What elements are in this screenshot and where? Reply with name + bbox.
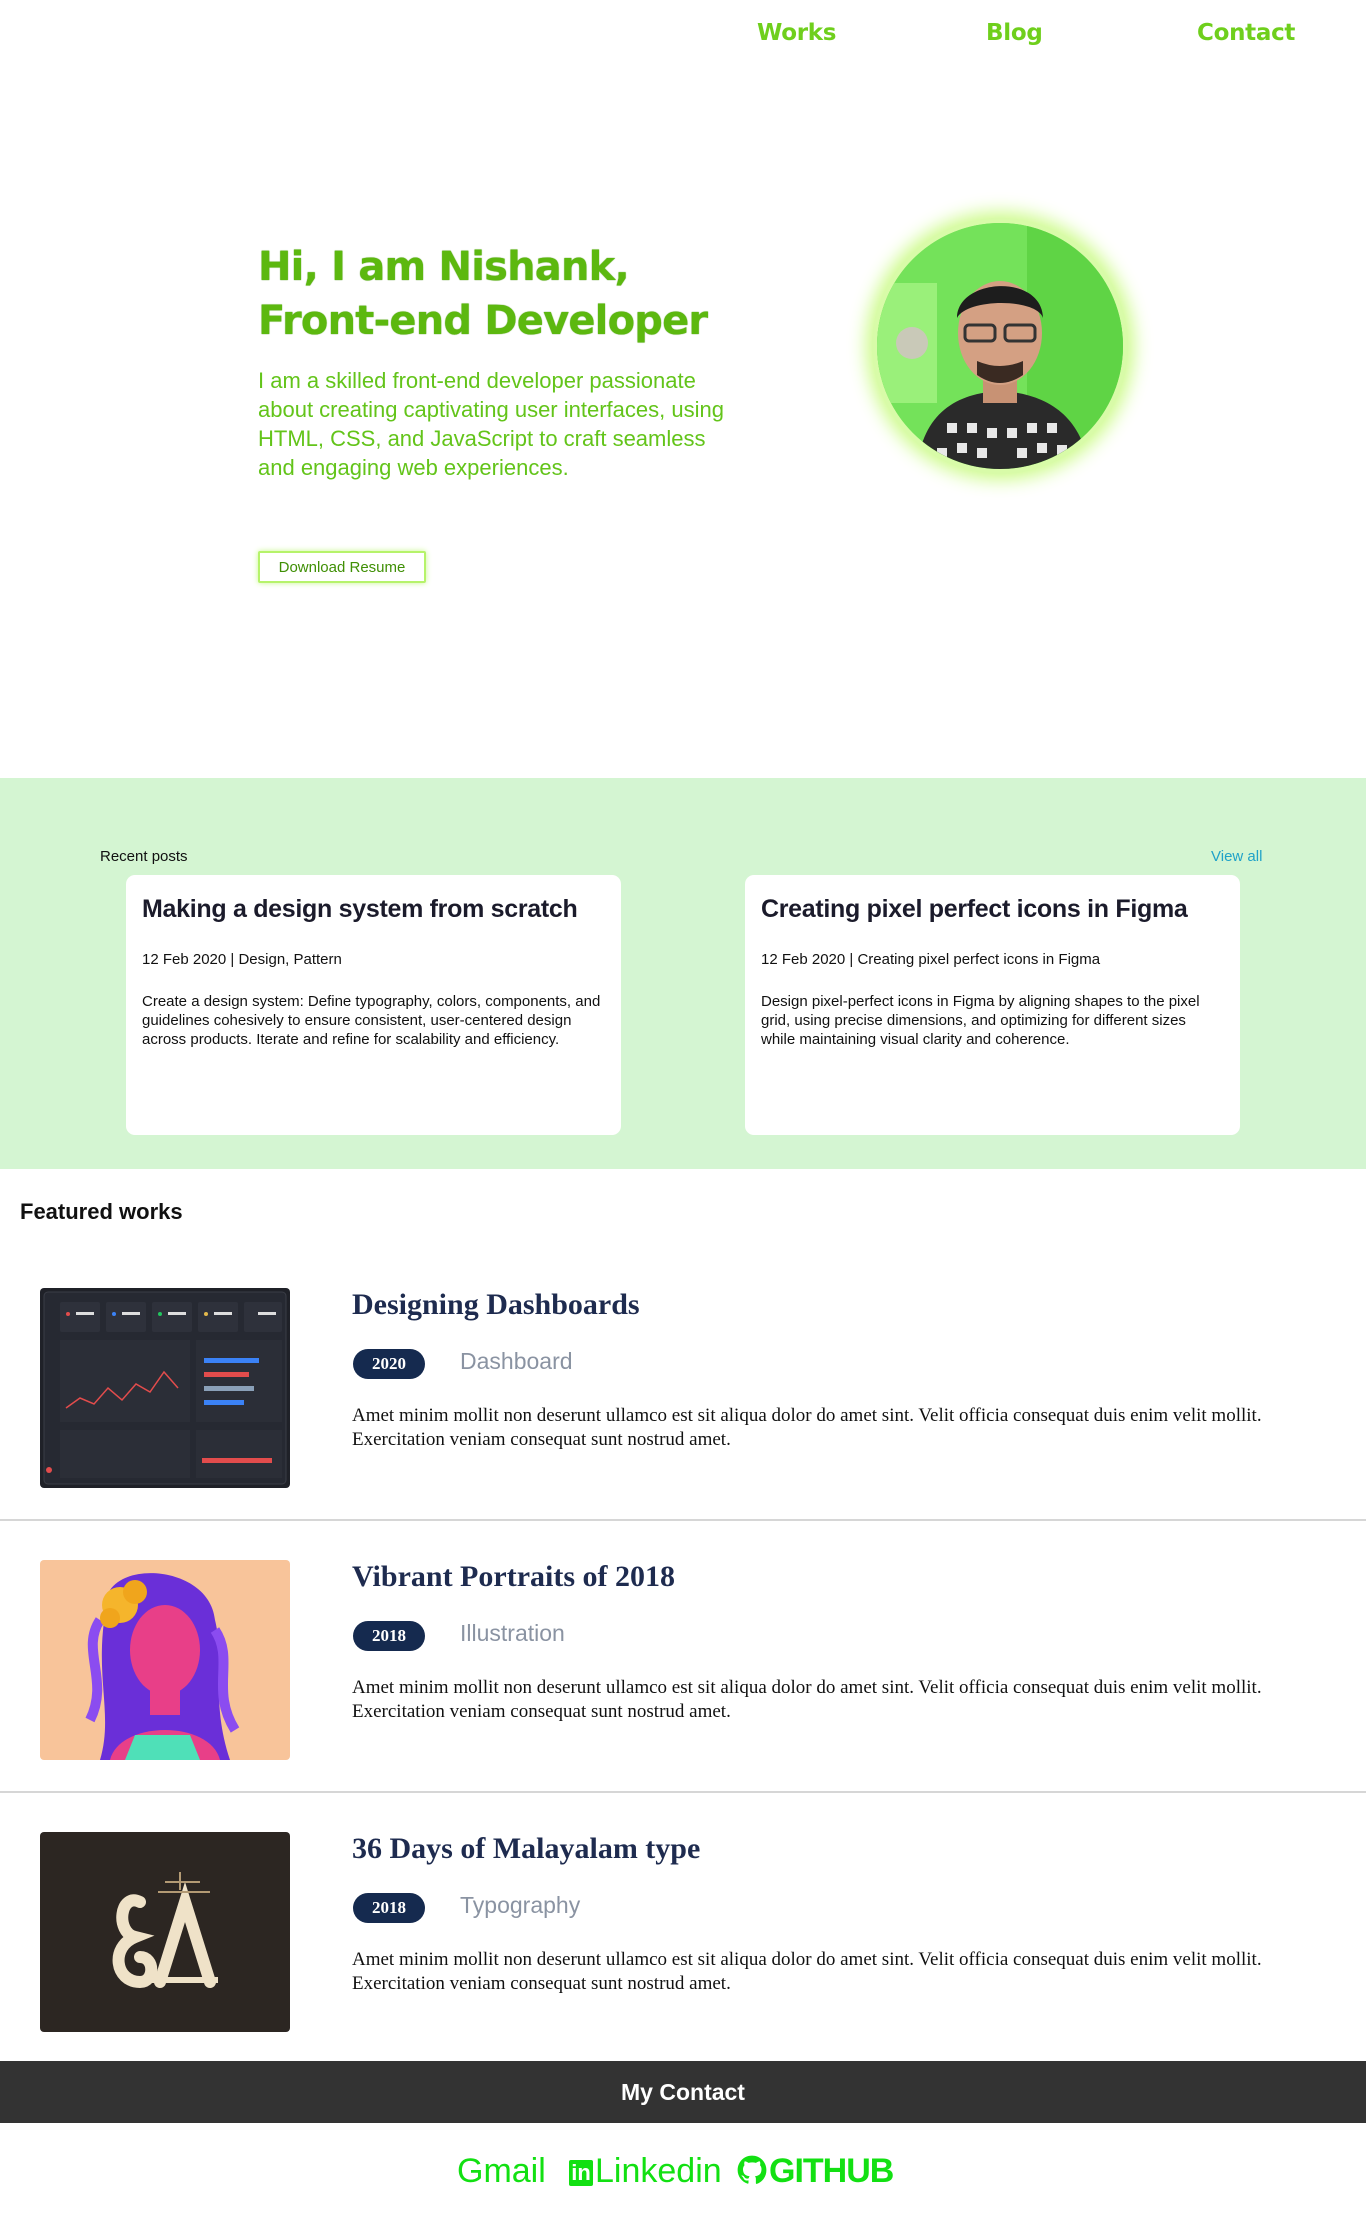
work-description: Amet minim mollit non deserunt ullamco e… bbox=[352, 1677, 1262, 1722]
work-year-badge: 2018 bbox=[353, 1621, 425, 1651]
work-title[interactable]: 36 Days of Malayalam type bbox=[352, 1832, 700, 1866]
work-item: Vibrant Portraits of 2018 2018 Illustrat… bbox=[0, 1560, 1366, 1832]
post-card[interactable]: Creating pixel perfect icons in Figma 12… bbox=[745, 875, 1240, 1135]
work-category: Illustration bbox=[460, 1620, 565, 1646]
hero-title-line2: Front-end Developer bbox=[258, 298, 708, 344]
hero-description: I am a skilled front-end developer passi… bbox=[258, 368, 724, 480]
work-thumbnail-typography[interactable] bbox=[40, 1832, 290, 2032]
linkedin-label: Linkedin bbox=[595, 2152, 722, 2190]
nav-works-link[interactable]: Works bbox=[757, 20, 836, 46]
hero-title-line1: Hi, I am Nishank, bbox=[258, 244, 630, 290]
post-meta: 12 Feb 2020 | Creating pixel perfect ico… bbox=[761, 951, 1101, 968]
download-resume-button[interactable]: Download Resume bbox=[258, 551, 426, 583]
github-icon bbox=[737, 2155, 767, 2184]
post-title[interactable]: Making a design system from scratch bbox=[142, 893, 605, 925]
linkedin-icon: in bbox=[569, 2160, 593, 2186]
work-year-badge: 2020 bbox=[353, 1349, 425, 1379]
recent-posts-section: Recent posts View all Making a design sy… bbox=[0, 778, 1366, 1169]
recent-posts-label: Recent posts bbox=[100, 848, 188, 865]
contact-heading-bar: My Contact bbox=[0, 2061, 1366, 2123]
avatar bbox=[872, 218, 1128, 474]
work-item: Designing Dashboards 2020 Dashboard Amet… bbox=[0, 1288, 1366, 1560]
work-description: Amet minim mollit non deserunt ullamco e… bbox=[352, 1405, 1262, 1450]
social-links: Gmail in Linkedin GITHUB bbox=[0, 2152, 1366, 2202]
hero-title: Hi, I am Nishank, Front-end Developer bbox=[258, 240, 708, 348]
top-nav: Works Blog Contact bbox=[0, 0, 1366, 70]
nav-contact-link[interactable]: Contact bbox=[1197, 20, 1295, 46]
linkedin-link[interactable]: in Linkedin bbox=[569, 2152, 722, 2191]
post-card[interactable]: Making a design system from scratch 12 F… bbox=[126, 875, 621, 1135]
post-meta: 12 Feb 2020 | Design, Pattern bbox=[142, 951, 342, 968]
post-excerpt: Design pixel-perfect icons in Figma by a… bbox=[761, 993, 1200, 1048]
featured-works-heading: Featured works bbox=[20, 1199, 183, 1224]
contact-heading: My Contact bbox=[621, 2078, 745, 2105]
work-title[interactable]: Vibrant Portraits of 2018 bbox=[352, 1560, 675, 1594]
github-label: GITHUB bbox=[769, 2152, 894, 2190]
work-category: Dashboard bbox=[460, 1348, 573, 1374]
profile-photo bbox=[877, 223, 1123, 469]
work-category: Typography bbox=[460, 1892, 581, 1918]
post-title[interactable]: Creating pixel perfect icons in Figma bbox=[761, 893, 1224, 925]
view-all-link[interactable]: View all bbox=[1211, 848, 1262, 865]
work-thumbnail-dashboard[interactable] bbox=[40, 1288, 290, 1488]
divider bbox=[0, 1791, 1366, 1793]
work-year-badge: 2018 bbox=[353, 1893, 425, 1923]
github-link[interactable]: GITHUB bbox=[737, 2152, 894, 2191]
gmail-link[interactable]: Gmail bbox=[457, 2152, 546, 2191]
work-thumbnail-portrait[interactable] bbox=[40, 1560, 290, 1760]
post-excerpt: Create a design system: Define typograph… bbox=[142, 993, 601, 1048]
work-description: Amet minim mollit non deserunt ullamco e… bbox=[352, 1949, 1262, 1994]
divider bbox=[0, 1519, 1366, 1521]
work-title[interactable]: Designing Dashboards bbox=[352, 1288, 640, 1322]
nav-blog-link[interactable]: Blog bbox=[986, 20, 1043, 46]
